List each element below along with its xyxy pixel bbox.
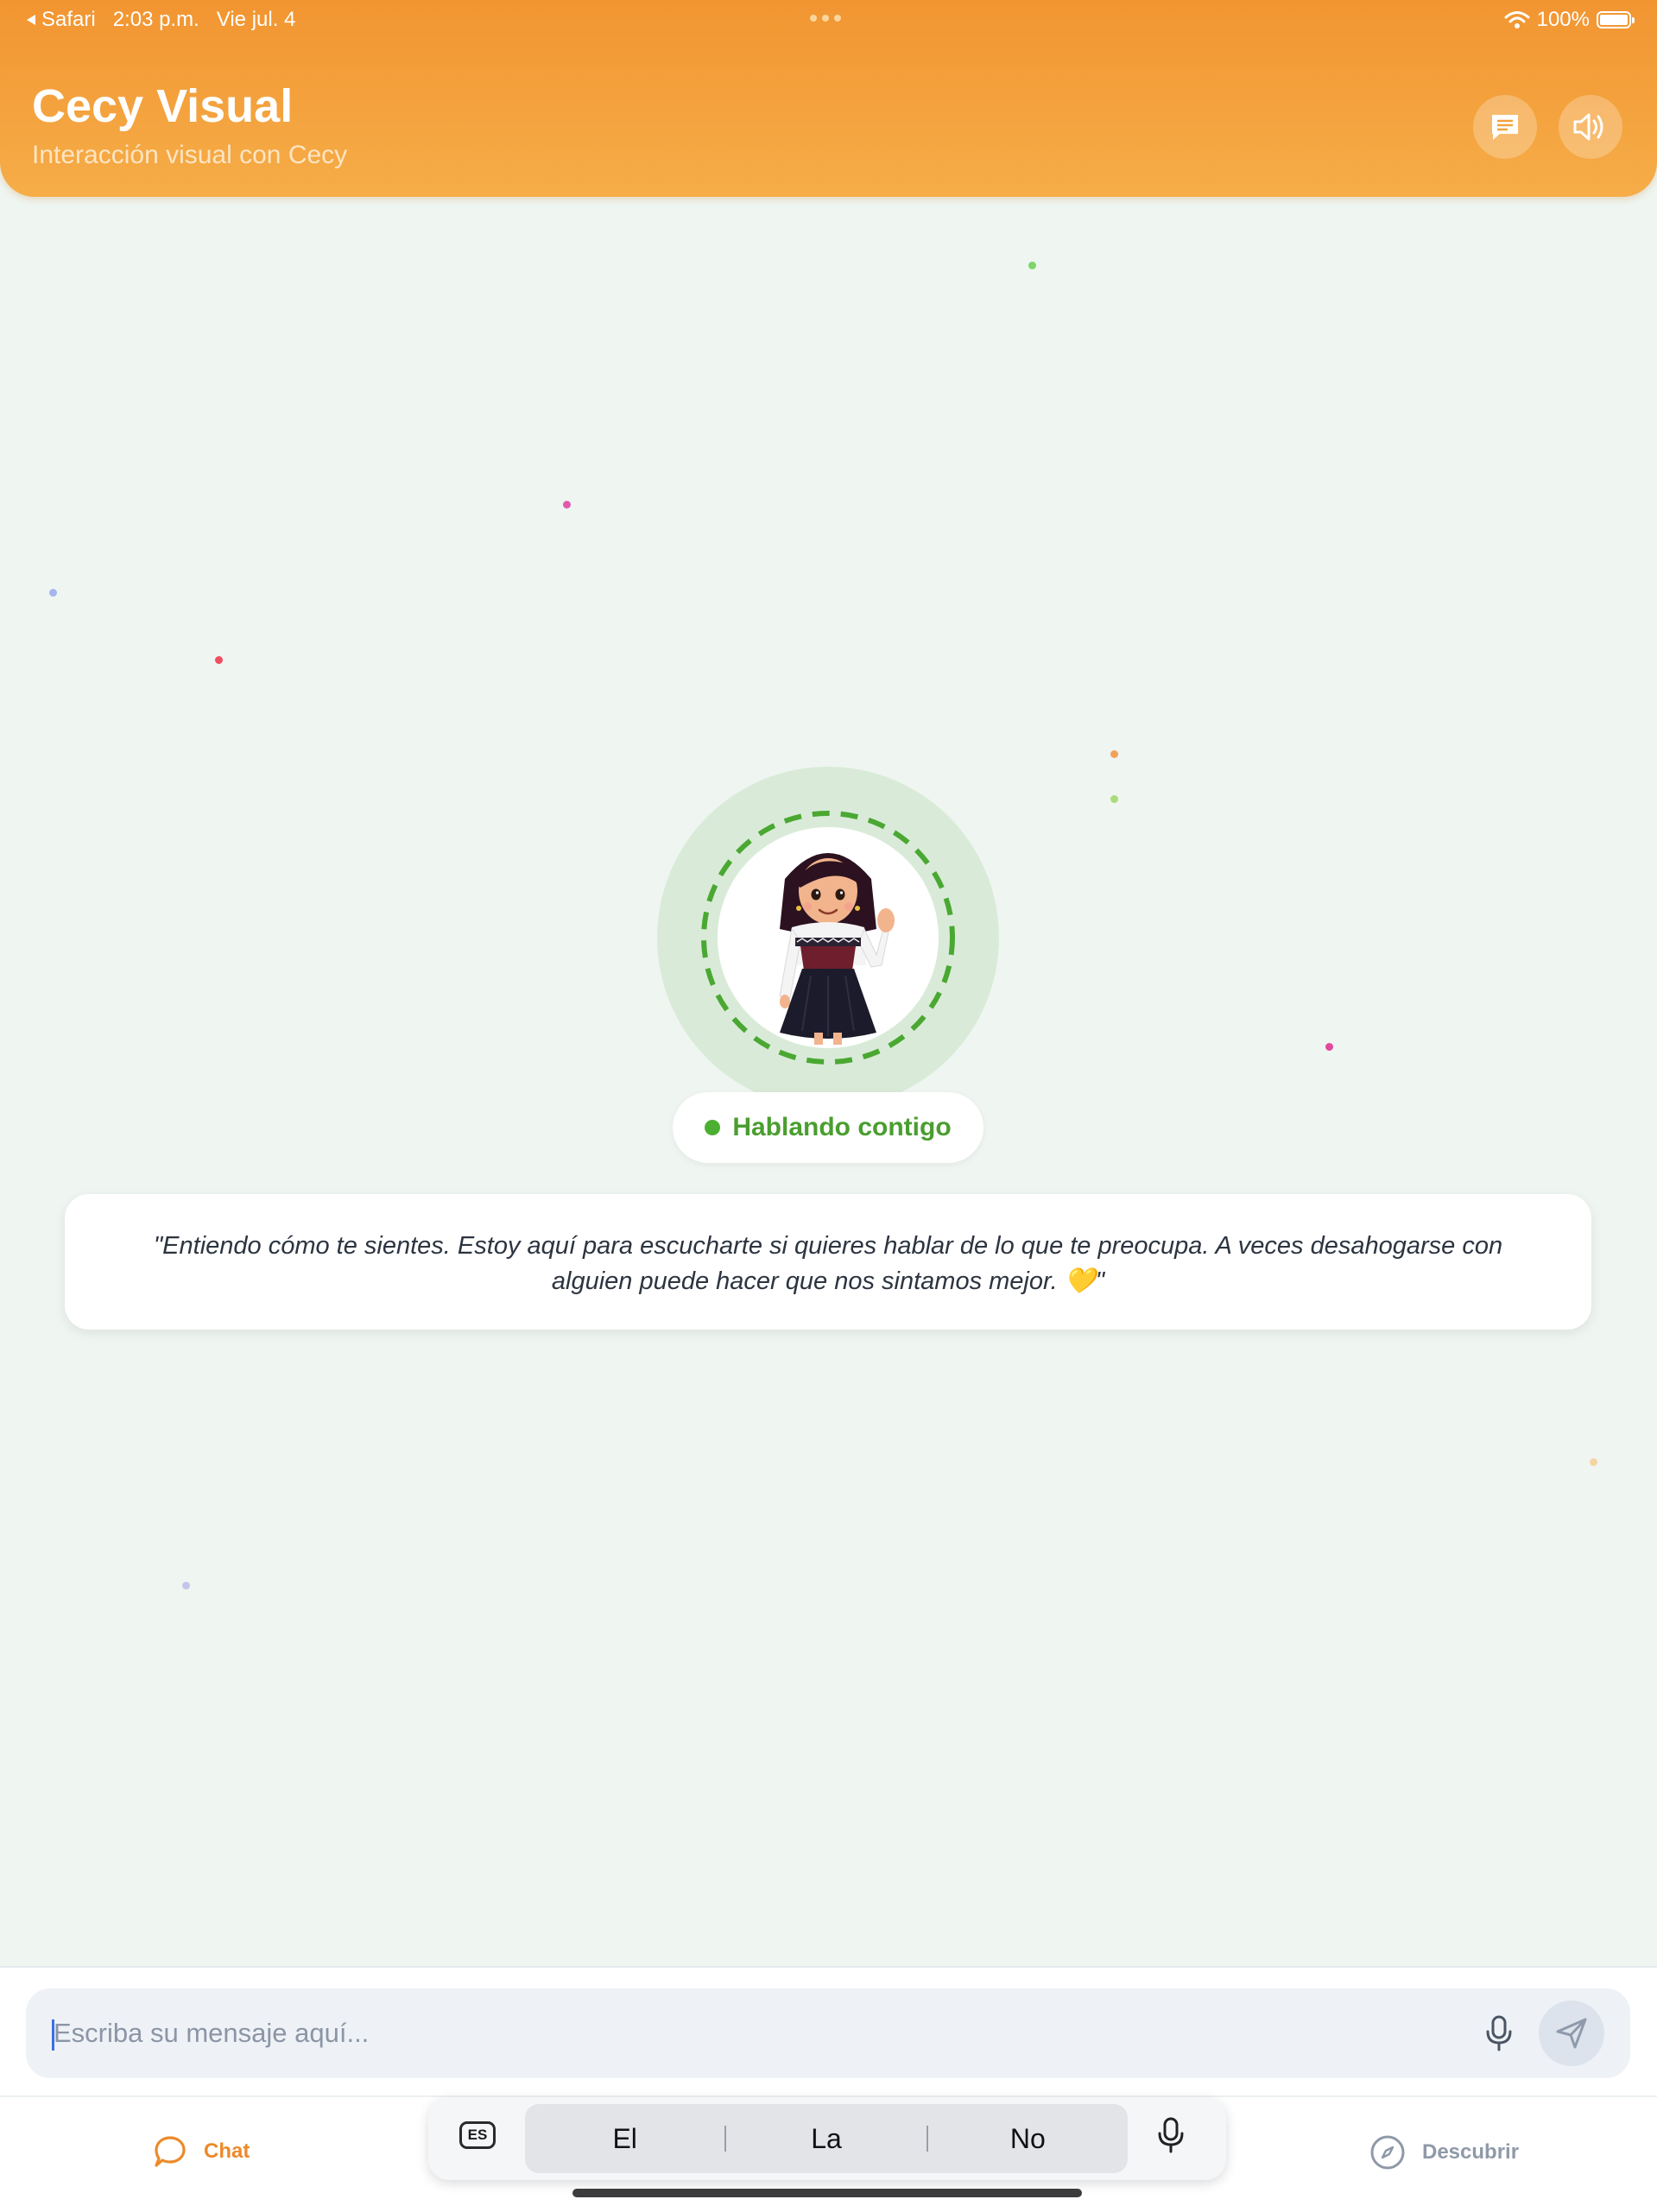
speaking-dot-icon xyxy=(705,1120,721,1135)
decorative-particle xyxy=(563,501,571,509)
decorative-particle xyxy=(49,589,57,597)
decorative-particle xyxy=(1110,750,1118,758)
status-label: Hablando contigo xyxy=(732,1113,952,1141)
decorative-particle xyxy=(1590,1458,1597,1466)
app-header: Safari 2:03 p.m. Vie jul. 4 100% Cecy Vi… xyxy=(0,0,1657,197)
back-app-label: Safari xyxy=(41,8,96,31)
tab-chat[interactable]: Chat xyxy=(152,2133,250,2170)
battery-icon xyxy=(1597,11,1635,28)
volume-icon xyxy=(1573,113,1603,141)
status-date: Vie jul. 4 xyxy=(216,8,296,31)
battery-percent: 100% xyxy=(1536,8,1590,31)
avatar[interactable] xyxy=(718,827,939,1048)
suggestion-2[interactable]: La xyxy=(726,2123,926,2155)
chat-bubble-icon xyxy=(1492,115,1518,140)
page-title: Cecy Visual xyxy=(32,80,294,132)
decorative-particle xyxy=(1110,795,1118,803)
suggestion-1[interactable]: El xyxy=(525,2123,724,2155)
message-composer: Escriba su mensaje aquí... xyxy=(0,1966,1657,2097)
send-button[interactable] xyxy=(1539,2000,1604,2066)
status-time: 2:03 p.m. xyxy=(112,8,199,31)
sound-button[interactable] xyxy=(1559,95,1622,159)
message-input-placeholder: Escriba su mensaje aquí... xyxy=(54,2018,370,2048)
send-paper-plane-icon xyxy=(1556,2018,1587,2049)
cecy-character xyxy=(779,853,895,1045)
status-badge: Hablando contigo xyxy=(673,1092,983,1163)
decorative-particle xyxy=(1325,1043,1333,1051)
predictive-suggestions: El La No xyxy=(525,2104,1128,2173)
microphone-icon xyxy=(1486,2015,1512,2051)
suggestion-3[interactable]: No xyxy=(928,2123,1128,2155)
multitask-dots-icon[interactable] xyxy=(810,15,841,22)
compass-icon xyxy=(1370,2135,1405,2170)
decorative-particle xyxy=(182,1582,190,1589)
tab-discover-label: Descubrir xyxy=(1422,2140,1520,2164)
keyboard-language-button[interactable]: ES xyxy=(459,2121,496,2149)
page-subtitle: Interacción visual con Cecy xyxy=(32,141,348,169)
decorative-particle xyxy=(215,656,223,664)
speech-message-text: "Entiendo cómo te sientes. Estoy aquí pa… xyxy=(153,1232,1503,1295)
decorative-particle xyxy=(1028,262,1036,269)
home-indicator[interactable] xyxy=(572,2189,1082,2197)
message-input[interactable]: Escriba su mensaje aquí... xyxy=(26,1988,1630,2078)
avatar-halo xyxy=(657,767,999,1109)
wifi-icon xyxy=(1504,11,1530,28)
tab-discover[interactable]: Descubrir xyxy=(1369,2133,1519,2171)
keyboard-language-label: ES xyxy=(467,2127,488,2143)
chat-toggle-button[interactable] xyxy=(1473,95,1537,159)
chat-tab-icon xyxy=(155,2136,186,2167)
tab-chat-label: Chat xyxy=(204,2139,250,2163)
status-bar: Safari 2:03 p.m. Vie jul. 4 100% xyxy=(0,0,1657,40)
keyboard-suggestion-bar: ES El La No xyxy=(428,2097,1226,2180)
back-to-safari[interactable]: Safari xyxy=(26,8,96,32)
back-triangle-icon xyxy=(27,15,35,25)
dictation-microphone-icon xyxy=(1158,2117,1184,2153)
speech-message-card: "Entiendo cómo te sientes. Estoy aquí pa… xyxy=(65,1194,1591,1330)
voice-input-button[interactable] xyxy=(1477,2011,1521,2056)
keyboard-dictation-button[interactable] xyxy=(1157,2116,1185,2158)
